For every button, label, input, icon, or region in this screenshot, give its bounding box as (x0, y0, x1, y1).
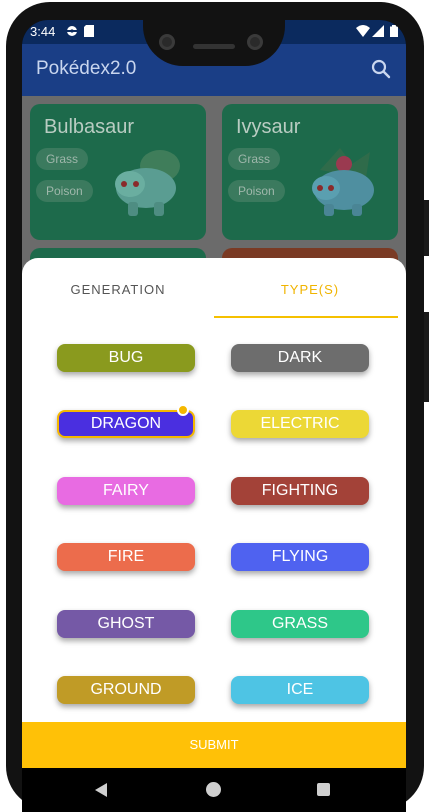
earpiece-speaker (193, 44, 235, 49)
front-camera (247, 34, 263, 50)
type-button-fighting[interactable]: FIGHTING (231, 477, 369, 505)
app-title: Pokédex2.0 (36, 58, 137, 79)
back-icon[interactable] (95, 783, 107, 797)
pokemon-name: Ivysaur (236, 116, 301, 138)
type-button-bug[interactable]: BUG (57, 344, 195, 372)
type-button-dark[interactable]: DARK (231, 344, 369, 372)
status-time: 3:44 (30, 24, 56, 39)
camera-notch (143, 20, 285, 66)
type-button-dragon[interactable]: DRAGON (57, 410, 195, 438)
type-chip: Poison (36, 180, 93, 202)
type-button-electric[interactable]: ELECTRIC (231, 410, 369, 438)
type-chip: Grass (228, 148, 281, 170)
battery-icon (390, 25, 398, 37)
type-chip: Poison (228, 180, 285, 202)
type-button-flying[interactable]: FLYING (231, 543, 369, 571)
wifi-icon (356, 25, 370, 37)
pokeball-notification-icon (67, 26, 77, 36)
type-button-ice[interactable]: ICE (231, 676, 369, 704)
front-camera (159, 34, 175, 50)
type-button-grass[interactable]: GRASS (231, 610, 369, 638)
bulbasaur-sprite (115, 150, 180, 216)
home-icon[interactable] (206, 782, 221, 797)
screen: 3:44 Pokédex2.0 Bulbasaur Grass Poison I… (22, 20, 406, 812)
selected-indicator-dot (177, 404, 189, 416)
pokemon-name: Bulbasaur (44, 116, 135, 138)
tab-types[interactable]: TYPE(S) (214, 282, 406, 297)
filter-bottom-sheet: GENERATION TYPE(S) BUG DARK DRAGON ELECTRIC… (22, 258, 406, 812)
recents-icon[interactable] (317, 783, 330, 796)
signal-icon (372, 25, 384, 37)
type-button-fire[interactable]: FIRE (57, 543, 195, 571)
sd-card-icon (84, 25, 94, 37)
tab-indicator (214, 316, 398, 318)
pokemon-card-ivysaur[interactable]: Ivysaur Grass Poison (222, 104, 398, 240)
power-button (424, 312, 429, 402)
pokemon-card-bulbasaur[interactable]: Bulbasaur Grass Poison (30, 104, 206, 240)
tab-generation[interactable]: GENERATION (22, 282, 214, 297)
search-icon[interactable] (370, 58, 392, 80)
ivysaur-sprite (312, 148, 374, 216)
type-chip: Grass (36, 148, 89, 170)
type-button-ghost[interactable]: GHOST (57, 610, 195, 638)
volume-button (424, 200, 429, 256)
type-button-fairy[interactable]: FAIRY (57, 477, 195, 505)
navigation-bar (22, 768, 406, 812)
type-button-ground[interactable]: GROUND (57, 676, 195, 704)
submit-button[interactable]: SUBMIT (22, 722, 406, 768)
